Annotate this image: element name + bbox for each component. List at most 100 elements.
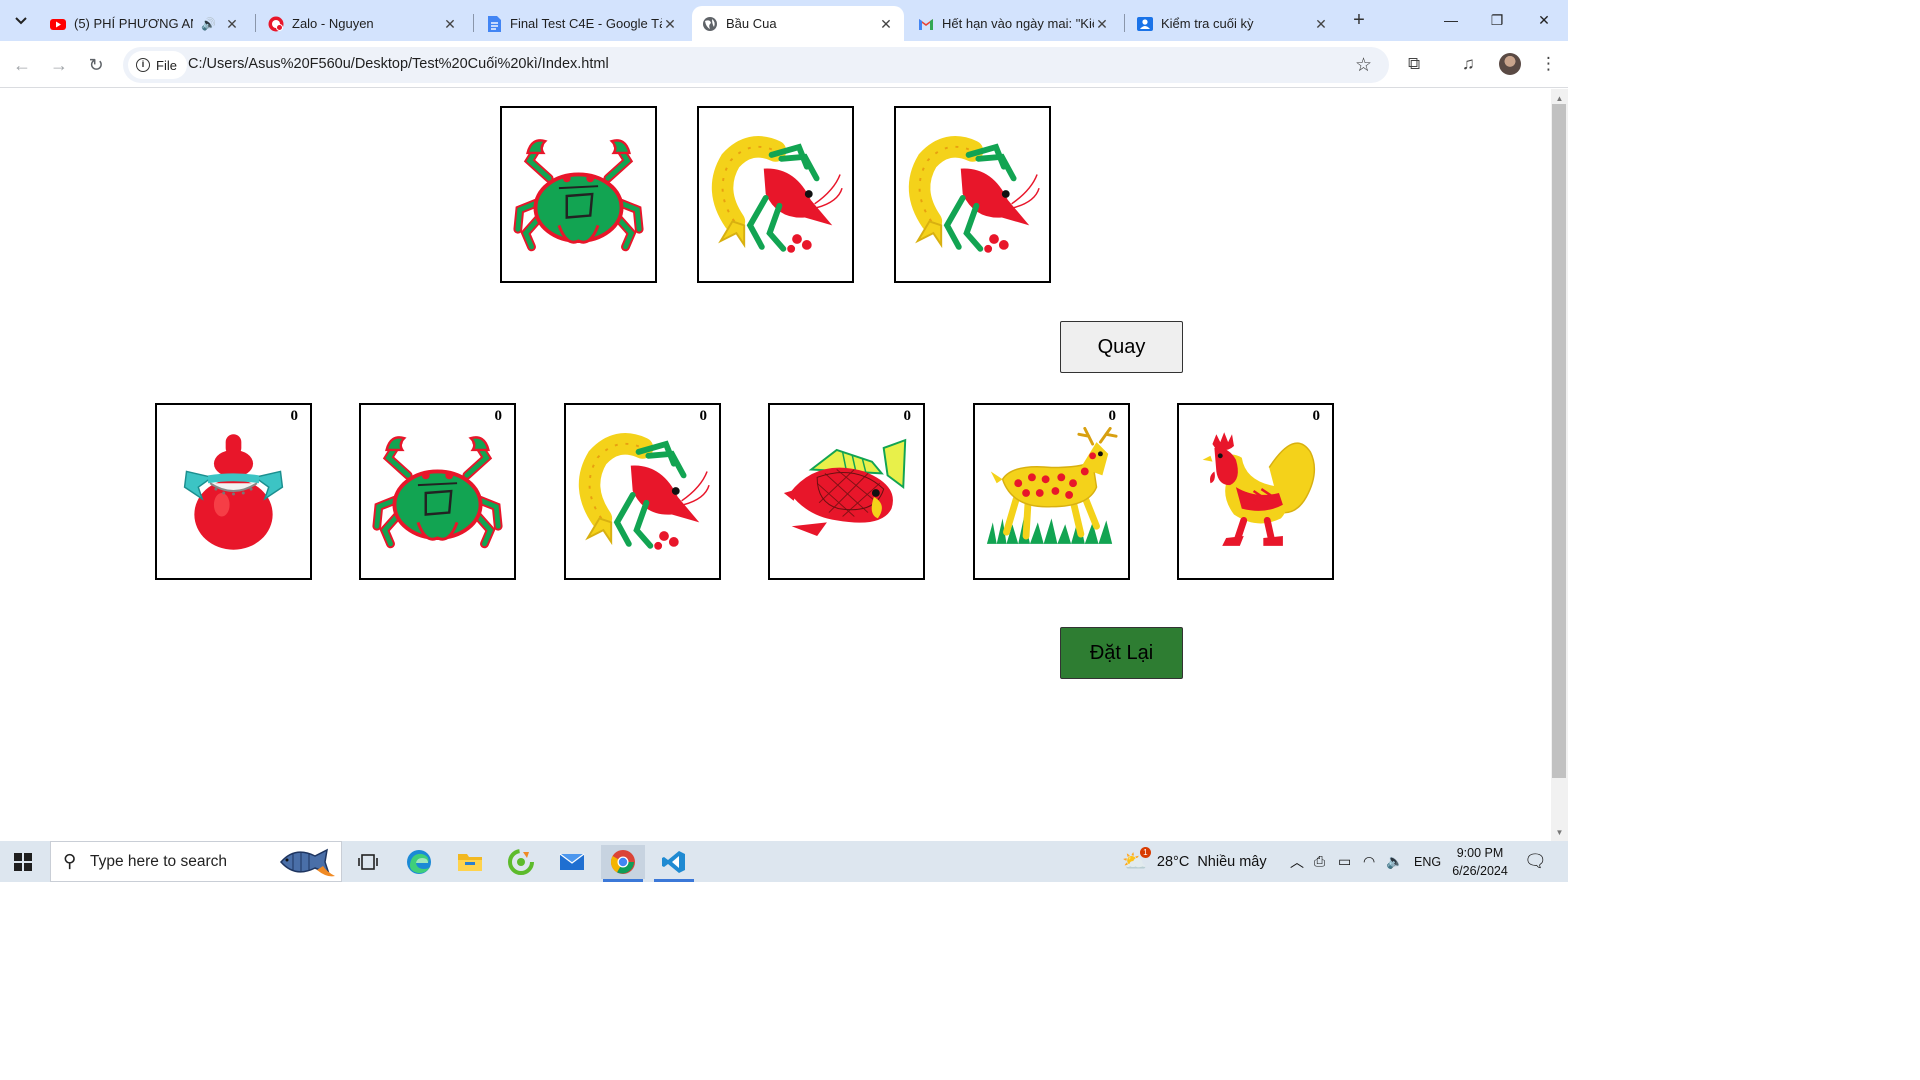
minimize-button[interactable]: — [1428, 0, 1474, 40]
extensions-icon[interactable]: ⧉ [1408, 54, 1420, 74]
bet-count: 0 [1312, 408, 1321, 424]
volume-icon[interactable]: 🔈 [1386, 841, 1403, 882]
tab-title: (5) PHÍ PHƯƠNG ANH [74, 16, 193, 31]
chrome-icon [610, 850, 635, 874]
taskbar-app-mail[interactable] [550, 845, 594, 879]
tab-bau-cua[interactable]: Bầu Cua ✕ [692, 6, 904, 41]
taskbar-app-edge[interactable] [397, 845, 441, 879]
tab-gmail[interactable]: Hết hạn vào ngày mai: "Kiể ✕ [908, 6, 1120, 41]
search-placeholder: Type here to search [90, 853, 227, 870]
task-view-icon [358, 854, 378, 870]
media-control-icon[interactable]: ♫ [1462, 54, 1475, 74]
bookmark-star-icon[interactable]: ☆ [1355, 54, 1372, 77]
shrimp-icon [707, 130, 844, 260]
vscode-icon [662, 851, 685, 873]
tab-separator [473, 14, 474, 32]
bet-card-crab[interactable]: 0 [359, 403, 516, 580]
dice-result-1 [500, 106, 657, 283]
tab-title: Hết hạn vào ngày mai: "Kiể [942, 16, 1094, 31]
close-tab-icon[interactable]: ✕ [1094, 16, 1110, 32]
scroll-down-arrow-icon[interactable]: ▼ [1551, 825, 1568, 840]
language-indicator[interactable]: ENG [1414, 841, 1441, 882]
taskbar-app-green[interactable] [499, 845, 543, 879]
profile-avatar[interactable] [1499, 53, 1521, 75]
page-content: Quay 0 0 0 0 0 0 Đặt Lại [0, 89, 1551, 841]
bet-count: 0 [699, 408, 708, 424]
reload-icon[interactable]: ↻ [84, 53, 108, 77]
bet-card-deer[interactable]: 0 [973, 403, 1130, 580]
bet-card-fish[interactable]: 0 [768, 403, 925, 580]
address-bar[interactable]: i File C:/Users/Asus%20F560u/Desktop/Tes… [123, 47, 1389, 83]
clock-date: 6/26/2024 [1452, 864, 1508, 878]
dice-result-2 [697, 106, 854, 283]
bet-card-gourd[interactable]: 0 [155, 403, 312, 580]
system-clock[interactable]: 9:00 PM 6/26/2024 [1448, 844, 1512, 880]
taskbar-search-box[interactable]: ⚲ Type here to search [50, 841, 342, 882]
wifi-icon[interactable]: ◠ [1363, 841, 1375, 882]
taskbar-app-file-explorer[interactable] [448, 845, 492, 879]
tab-title: Final Test C4E - Google Tài [510, 16, 662, 31]
crab-icon [369, 427, 506, 557]
tab-zalo[interactable]: Zalo - Nguyen ✕ [258, 6, 468, 41]
url-text[interactable]: C:/Users/Asus%20F560u/Desktop/Test%20Cuố… [188, 56, 609, 72]
new-tab-button[interactable]: + [1348, 9, 1370, 31]
back-arrow-icon[interactable]: ← [10, 53, 34, 77]
gourd-icon [165, 427, 302, 557]
notifications-icon[interactable]: 🗨 [1524, 841, 1547, 882]
tab-classroom[interactable]: Kiểm tra cuối kỳ ✕ [1127, 6, 1339, 41]
close-tab-icon[interactable]: ✕ [662, 16, 678, 32]
close-tab-icon[interactable]: ✕ [878, 16, 894, 32]
speaker-icon[interactable]: 🔊 [201, 17, 216, 31]
close-tab-icon[interactable]: ✕ [1313, 16, 1329, 32]
task-view-button[interactable] [346, 845, 390, 879]
show-hidden-icons-chevron-icon[interactable]: ︿ [1290, 841, 1304, 882]
crab-icon [510, 130, 647, 260]
tab-title: Kiểm tra cuối kỳ [1161, 16, 1254, 31]
scrollbar-thumb[interactable] [1552, 104, 1566, 778]
taskbar-app-vscode[interactable] [652, 845, 696, 882]
tab-separator [1124, 14, 1125, 32]
zalo-icon [268, 16, 284, 31]
gmail-icon [919, 18, 933, 30]
site-info-chip[interactable]: i File [128, 51, 187, 79]
close-window-button[interactable]: ✕ [1521, 0, 1567, 40]
forward-arrow-icon[interactable]: → [47, 53, 71, 77]
weather-cloud-sun-icon: ⛅ 1 [1122, 847, 1151, 874]
classroom-icon [1137, 16, 1153, 31]
tab-google-docs[interactable]: Final Test C4E - Google Tài ✕ [476, 6, 688, 41]
taskbar-app-chrome[interactable] [601, 845, 645, 882]
chevron-down-icon [15, 17, 27, 25]
weather-widget[interactable]: ⛅ 1 28°C Nhiều mây [1122, 841, 1267, 882]
bet-card-shrimp[interactable]: 0 [564, 403, 721, 580]
close-tab-icon[interactable]: ✕ [442, 16, 458, 32]
battery-icon[interactable]: ▭ [1338, 841, 1351, 882]
browser-tab-strip: (5) PHÍ PHƯƠNG ANH 🔊 ✕ Zalo - Nguyen ✕ F… [0, 0, 1568, 41]
restore-button[interactable]: ❐ [1474, 0, 1520, 40]
folder-icon [458, 854, 482, 871]
weather-badge: 1 [1139, 847, 1151, 858]
search-icon: ⚲ [63, 851, 77, 871]
tab-title: Bầu Cua [726, 16, 777, 31]
shrimp-icon [904, 130, 1041, 260]
menu-kebab-icon[interactable]: ⋮ [1540, 54, 1557, 74]
shrimp-icon [574, 427, 711, 557]
close-tab-icon[interactable]: ✕ [224, 16, 240, 32]
windows-start-icon[interactable] [14, 853, 32, 871]
tab-youtube[interactable]: (5) PHÍ PHƯƠNG ANH 🔊 ✕ [40, 6, 250, 41]
windows-taskbar: ⚲ Type here to search ⛅ 1 28°C Nhiều mây … [0, 841, 1568, 882]
spin-button[interactable]: Quay [1060, 321, 1183, 373]
meet-now-icon[interactable]: ⎙ [1314, 841, 1325, 882]
green-swirl-app-icon [508, 849, 534, 875]
bet-card-rooster[interactable]: 0 [1177, 403, 1334, 580]
reset-button[interactable]: Đặt Lại [1060, 627, 1183, 679]
info-icon: i [136, 58, 150, 72]
edge-icon [407, 850, 431, 874]
site-info-label: File [156, 57, 177, 73]
rooster-icon [1187, 427, 1324, 557]
bet-count: 0 [290, 408, 299, 424]
clock-time: 9:00 PM [1456, 846, 1504, 860]
fish-icon [778, 427, 915, 557]
weather-temperature: 28°C [1156, 853, 1190, 870]
deer-icon [983, 427, 1120, 557]
tab-search-button[interactable] [8, 8, 34, 34]
